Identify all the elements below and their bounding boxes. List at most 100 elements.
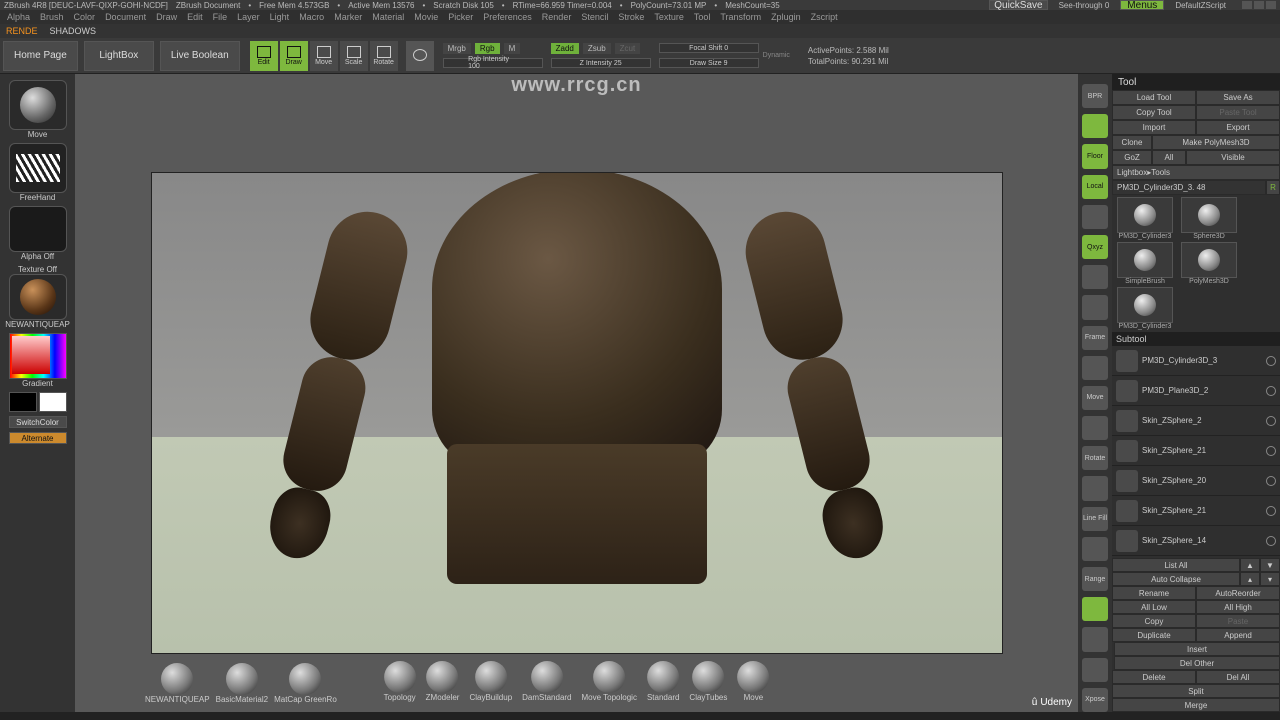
- material-matcap greenro[interactable]: MatCap GreenRo: [274, 663, 337, 704]
- rail-xpose[interactable]: Xpose: [1082, 688, 1108, 712]
- delete-button[interactable]: Delete: [1112, 670, 1196, 684]
- menu-movie[interactable]: Movie: [411, 12, 441, 22]
- draw-mode[interactable]: Draw: [280, 41, 308, 71]
- quickpick-item[interactable]: PolyMesh3D: [1178, 242, 1240, 285]
- split-accordion[interactable]: Split: [1112, 684, 1280, 698]
- menu-alpha[interactable]: Alpha: [4, 12, 33, 22]
- menu-color[interactable]: Color: [71, 12, 99, 22]
- quickpick-item[interactable]: PM3D_Cylinder3: [1114, 197, 1176, 240]
- brush-zmodeler[interactable]: ZModeler: [426, 661, 460, 702]
- paste-tool-button[interactable]: Paste Tool: [1196, 105, 1280, 120]
- subtool-row[interactable]: Skin_ZSphere_20: [1112, 466, 1280, 496]
- subtool-header[interactable]: Subtool: [1112, 332, 1280, 346]
- quicksave-button[interactable]: QuickSave: [989, 0, 1047, 10]
- menu-edit[interactable]: Edit: [184, 12, 206, 22]
- rail-range[interactable]: Range: [1082, 567, 1108, 591]
- subtool-row[interactable]: Skin_ZSphere_14: [1112, 526, 1280, 556]
- quickpick-item[interactable]: SimpleBrush: [1114, 242, 1176, 285]
- rail-btn4[interactable]: [1082, 205, 1108, 229]
- goz-visible-button[interactable]: Visible: [1186, 150, 1280, 165]
- rail-btn17[interactable]: [1082, 597, 1108, 621]
- menu-file[interactable]: File: [210, 12, 231, 22]
- up2-icon[interactable]: ▴: [1240, 572, 1260, 586]
- eye-icon[interactable]: [1266, 446, 1276, 456]
- brush-move[interactable]: Move: [737, 661, 769, 702]
- live-boolean-button[interactable]: Live Boolean: [160, 41, 240, 71]
- scale-mode[interactable]: Scale: [340, 41, 368, 71]
- quickpick-item[interactable]: PM3D_Cylinder3: [1114, 287, 1176, 330]
- menu-light[interactable]: Light: [267, 12, 293, 22]
- rail-btn1[interactable]: [1082, 114, 1108, 138]
- sculptris-icon[interactable]: [406, 41, 434, 71]
- menu-layer[interactable]: Layer: [234, 12, 263, 22]
- menu-render[interactable]: Render: [539, 12, 575, 22]
- alpha-slot[interactable]: Alpha Off: [7, 206, 69, 261]
- gradient-toggle[interactable]: Gradient: [22, 379, 53, 388]
- brush-claytubes[interactable]: ClayTubes: [689, 661, 727, 702]
- brush-standard[interactable]: Standard: [647, 661, 679, 702]
- eye-icon[interactable]: [1266, 386, 1276, 396]
- menu-zscript[interactable]: Zscript: [808, 12, 841, 22]
- menu-marker[interactable]: Marker: [331, 12, 365, 22]
- insert-button[interactable]: Insert: [1114, 642, 1280, 656]
- mrgb-toggle[interactable]: Mrgb: [443, 43, 471, 54]
- duplicate-button[interactable]: Duplicate: [1112, 628, 1196, 642]
- brush-move-topologic[interactable]: Move Topologic: [582, 661, 637, 702]
- menu-macro[interactable]: Macro: [296, 12, 327, 22]
- rail-btn15[interactable]: [1082, 537, 1108, 561]
- zcut-toggle[interactable]: Zcut: [615, 43, 641, 54]
- save-as-button[interactable]: Save As: [1196, 90, 1280, 105]
- m-toggle[interactable]: M: [504, 43, 521, 54]
- down2-icon[interactable]: ▾: [1260, 572, 1280, 586]
- menu-tool[interactable]: Tool: [691, 12, 714, 22]
- seethrough[interactable]: See-through 0: [1059, 1, 1110, 10]
- brush-claybuildup[interactable]: ClayBuildup: [469, 661, 512, 702]
- zadd-toggle[interactable]: Zadd: [551, 43, 579, 54]
- rgb-toggle[interactable]: Rgb: [475, 43, 500, 54]
- eye-icon[interactable]: [1266, 416, 1276, 426]
- rende-label[interactable]: RENDE: [0, 26, 44, 36]
- maximize-icon[interactable]: [1254, 1, 1264, 9]
- copy-button[interactable]: Copy: [1112, 614, 1196, 628]
- default-zscript[interactable]: DefaultZScript: [1175, 1, 1226, 10]
- shadows-label[interactable]: SHADOWS: [44, 26, 103, 36]
- del-other-button[interactable]: Del Other: [1114, 656, 1280, 670]
- quickpick-item[interactable]: Sphere3D: [1178, 197, 1240, 240]
- move-mode[interactable]: Move: [310, 41, 338, 71]
- subtool-row[interactable]: Skin_ZSphere_21: [1112, 436, 1280, 466]
- minimize-icon[interactable]: [1242, 1, 1252, 9]
- brush-topology[interactable]: Topology: [384, 661, 416, 702]
- menus-toggle[interactable]: Menus: [1120, 0, 1164, 10]
- zsub-toggle[interactable]: Zsub: [583, 43, 611, 54]
- rail-btn13[interactable]: [1082, 476, 1108, 500]
- rail-btn9[interactable]: [1082, 356, 1108, 380]
- auto-collapse-button[interactable]: Auto Collapse: [1112, 572, 1240, 586]
- menu-draw[interactable]: Draw: [153, 12, 180, 22]
- menu-stencil[interactable]: Stencil: [578, 12, 611, 22]
- focal-shift-slider[interactable]: Focal Shift 0: [659, 43, 759, 53]
- stroke-slot[interactable]: FreeHand: [7, 143, 69, 202]
- rail-btn7[interactable]: [1082, 295, 1108, 319]
- rail-frame[interactable]: Frame: [1082, 326, 1108, 350]
- lightbox-button[interactable]: LightBox: [84, 41, 154, 71]
- rgb-intensity-slider[interactable]: Rgb Intensity 100: [443, 58, 543, 68]
- eye-icon[interactable]: [1266, 476, 1276, 486]
- swatch-secondary[interactable]: [39, 392, 67, 412]
- rail-bpr[interactable]: BPR: [1082, 84, 1108, 108]
- make-polymesh-button[interactable]: Make PolyMesh3D: [1152, 135, 1280, 150]
- rail-line-fill[interactable]: Line Fill: [1082, 507, 1108, 531]
- material-basicmaterial2[interactable]: BasicMaterial2: [216, 663, 268, 704]
- rail-btn18[interactable]: [1082, 627, 1108, 651]
- r-button[interactable]: R: [1266, 180, 1280, 195]
- arrow-up-icon[interactable]: ▲: [1240, 558, 1260, 572]
- canvas[interactable]: [152, 173, 1002, 653]
- menu-material[interactable]: Material: [369, 12, 407, 22]
- draw-size-slider[interactable]: Draw Size 9: [659, 58, 759, 68]
- brush-slot[interactable]: Move: [7, 80, 69, 139]
- load-tool-button[interactable]: Load Tool: [1112, 90, 1196, 105]
- rail-qxyz[interactable]: Qxyz: [1082, 235, 1108, 259]
- eye-icon[interactable]: [1266, 356, 1276, 366]
- append-button[interactable]: Append: [1196, 628, 1280, 642]
- edit-mode[interactable]: Edit: [250, 41, 278, 71]
- subtool-row[interactable]: Skin_ZSphere_21: [1112, 496, 1280, 526]
